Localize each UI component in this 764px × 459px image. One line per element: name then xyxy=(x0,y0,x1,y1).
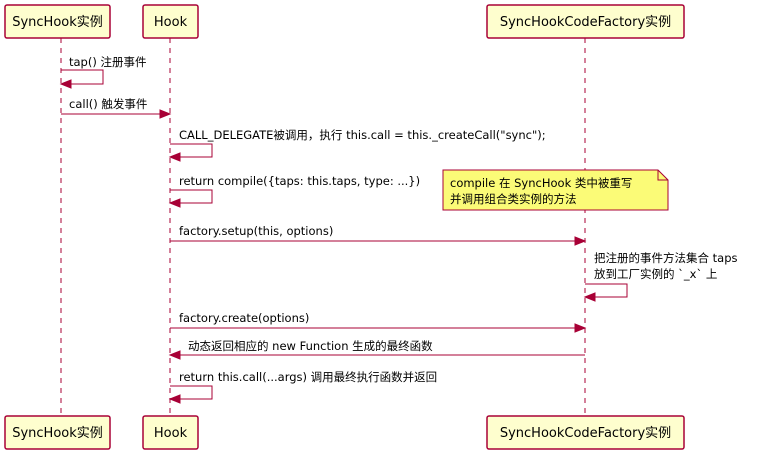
participant-label: SyncHookCodeFactory实例 xyxy=(500,426,671,441)
participant-label: Hook xyxy=(154,426,188,441)
message-factory-setup: factory.setup(this, options) xyxy=(170,224,587,246)
message-tap-register: tap() 注册事件 xyxy=(59,55,146,89)
participant-sync-hook-instance-bottom: SyncHook实例 xyxy=(4,415,111,450)
message-call-delegate: CALL_DELEGATE被调用，执行 this.call = this._cr… xyxy=(168,128,546,162)
message-label: return this.call(...args) 调用最终执行函数并返回 xyxy=(179,370,437,384)
note-line: compile 在 SyncHook 类中被重写 xyxy=(450,176,632,190)
message-return-call: return this.call(...args) 调用最终执行函数并返回 xyxy=(168,370,437,404)
message-label: CALL_DELEGATE被调用，执行 this.call = this._cr… xyxy=(179,128,546,142)
message-label: factory.create(options) xyxy=(179,311,309,325)
message-return-function: 动态返回相应的 new Function 生成的最终函数 xyxy=(168,339,585,360)
participant-hook-top: Hook xyxy=(142,4,199,39)
note-compile-overridden: compile 在 SyncHook 类中被重写 并调用组合类实例的方法 xyxy=(442,169,669,211)
participant-factory-instance-bottom: SyncHookCodeFactory实例 xyxy=(486,415,685,450)
participant-label: SyncHook实例 xyxy=(12,15,103,30)
sequence-diagram: SyncHook实例 Hook SyncHookCodeFactory实例 Sy… xyxy=(4,4,738,450)
message-label: 动态返回相应的 new Function 生成的最终函数 xyxy=(188,339,433,353)
message-label: call() 触发事件 xyxy=(69,97,147,111)
note-line: 并调用组合类实例的方法 xyxy=(450,192,577,206)
participant-label: Hook xyxy=(154,15,188,30)
participant-factory-instance-top: SyncHookCodeFactory实例 xyxy=(486,4,685,39)
message-store-taps: 把注册的事件方法集合 taps 放到工厂实例的 `_x` 上 xyxy=(583,251,738,302)
participant-sync-hook-instance-top: SyncHook实例 xyxy=(4,4,111,39)
message-label: return compile({taps: this.taps, type: .… xyxy=(179,174,420,188)
message-label: 放到工厂实例的 `_x` 上 xyxy=(594,267,717,281)
participant-label: SyncHook实例 xyxy=(12,426,103,441)
message-label: factory.setup(this, options) xyxy=(179,224,333,238)
message-return-compile: return compile({taps: this.taps, type: .… xyxy=(168,174,420,208)
message-call-trigger: call() 触发事件 xyxy=(61,97,172,119)
message-label: tap() 注册事件 xyxy=(69,55,146,69)
message-label: 把注册的事件方法集合 taps xyxy=(594,251,738,265)
participant-hook-bottom: Hook xyxy=(142,415,199,450)
participant-label: SyncHookCodeFactory实例 xyxy=(500,15,671,30)
message-factory-create: factory.create(options) xyxy=(170,311,587,333)
